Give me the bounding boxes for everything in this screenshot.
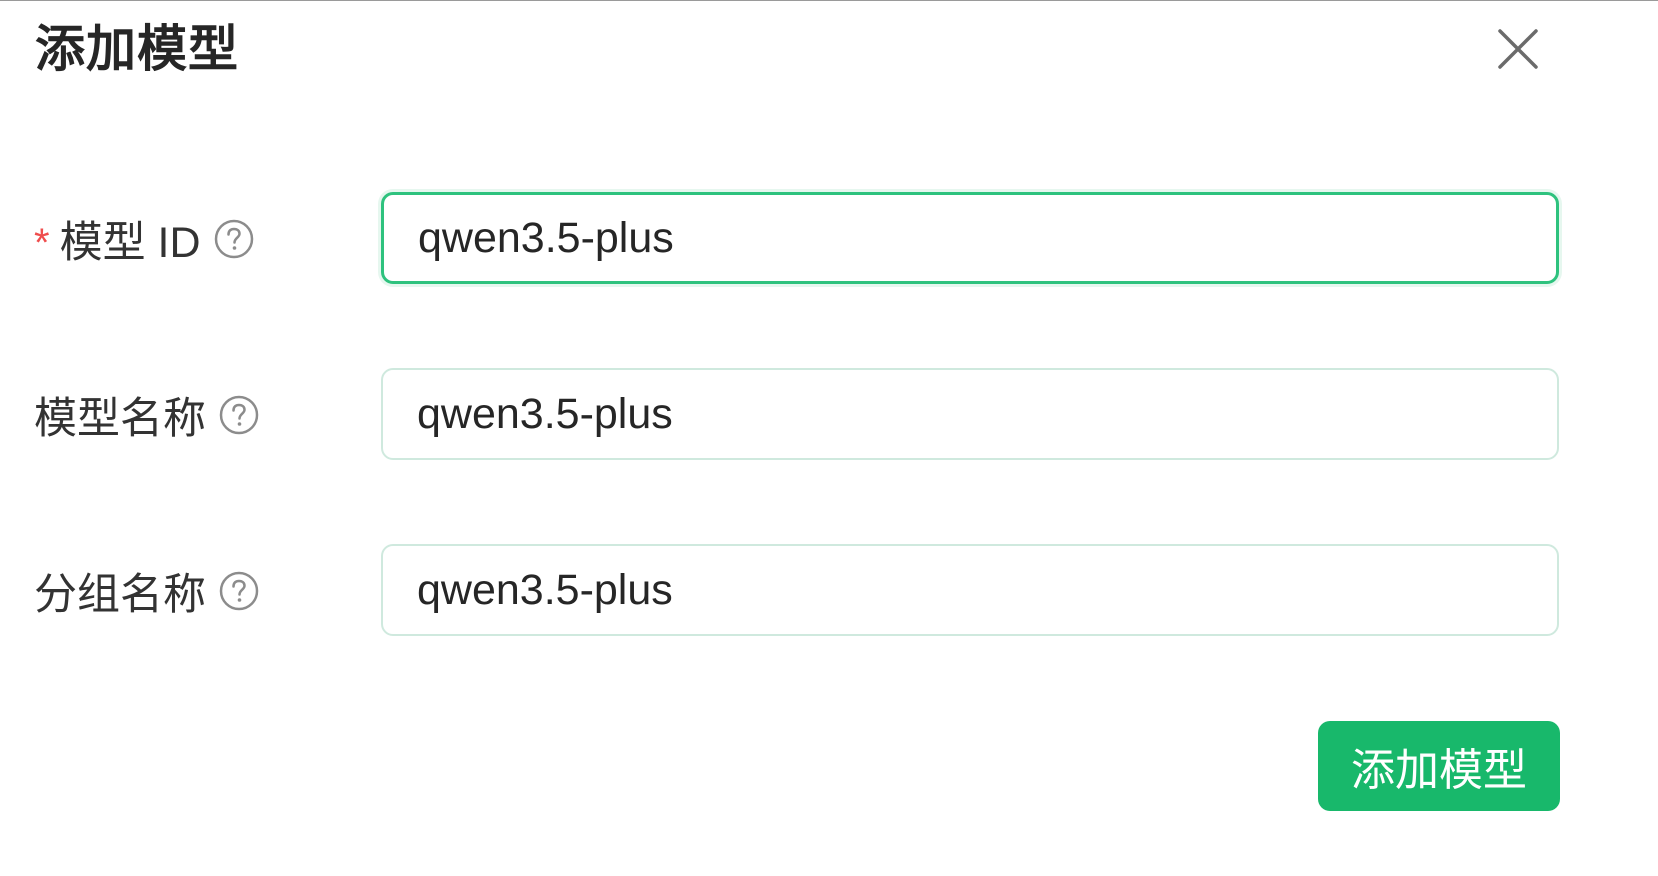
required-mark: * bbox=[34, 220, 50, 265]
model-id-field-box bbox=[381, 192, 1559, 284]
model-id-label-group: * 模型 ID bbox=[34, 192, 255, 286]
close-icon[interactable] bbox=[1494, 25, 1542, 73]
model-name-label-group: 模型名称 bbox=[34, 368, 260, 462]
group-name-input[interactable] bbox=[417, 546, 1537, 634]
group-name-label: 分组名称 bbox=[34, 571, 206, 619]
model-id-row: * 模型 ID bbox=[0, 192, 1658, 286]
question-circle-icon[interactable] bbox=[213, 218, 255, 260]
group-name-field-box bbox=[381, 544, 1559, 636]
model-name-field-box bbox=[381, 368, 1559, 460]
model-id-input[interactable] bbox=[418, 195, 1538, 281]
model-id-label: 模型 ID bbox=[59, 219, 201, 267]
model-name-input[interactable] bbox=[417, 370, 1537, 458]
add-model-button[interactable]: 添加模型 bbox=[1318, 721, 1560, 811]
question-circle-icon[interactable] bbox=[218, 570, 260, 612]
model-name-label: 模型名称 bbox=[34, 395, 206, 443]
group-name-label-group: 分组名称 bbox=[34, 544, 260, 638]
add-model-dialog: 添加模型 * 模型 ID 模型名称 bbox=[0, 0, 1658, 876]
model-name-row: 模型名称 bbox=[0, 368, 1658, 462]
group-name-row: 分组名称 bbox=[0, 544, 1658, 638]
dialog-title: 添加模型 bbox=[35, 21, 239, 77]
question-circle-icon[interactable] bbox=[218, 394, 260, 436]
